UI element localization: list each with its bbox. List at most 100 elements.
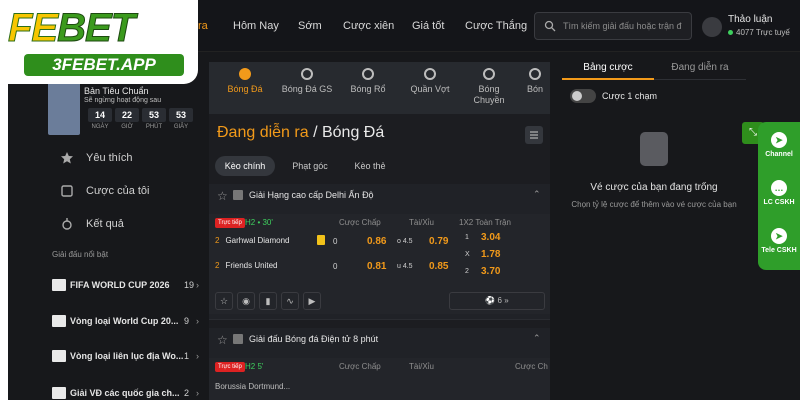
- nav-item-win-bet[interactable]: Cược Thắng: [465, 20, 527, 32]
- nav-item-best-odds[interactable]: Giá tốt: [412, 20, 444, 32]
- breadcrumb-current: Bóng Đá: [321, 124, 385, 141]
- tab-betslip[interactable]: Bảng cược: [562, 62, 654, 73]
- chevron-right-icon: ›: [196, 316, 199, 326]
- nav-item-early[interactable]: Sớm: [298, 20, 322, 32]
- medal-icon: [62, 218, 72, 230]
- watch-eye-icon[interactable]: ◉: [237, 292, 255, 310]
- odd-button[interactable]: 3.70: [481, 266, 500, 277]
- league-flag-icon: [52, 350, 66, 362]
- support-channel-button[interactable]: ➤ Channel: [758, 132, 800, 158]
- settings-button[interactable]: [525, 126, 543, 144]
- countdown-minutes-label: PHÚT: [145, 124, 163, 130]
- tab-more-sport[interactable]: Bón: [527, 68, 553, 95]
- league-header[interactable]: ☆ Giải Hạng cao cấp Delhi Ấn Độ ⌃: [209, 184, 550, 208]
- search-icon: [544, 20, 556, 32]
- league-item[interactable]: Giải VĐ các quốc gia ch... 2 ›: [48, 383, 206, 400]
- away-handicap: 0: [333, 262, 338, 271]
- col-header-1x2: Cược Ch: [515, 362, 548, 371]
- countdown-seconds: 53: [169, 108, 193, 122]
- chevron-right-icon: ›: [196, 351, 199, 361]
- tab-football[interactable]: Bóng Đá: [227, 68, 263, 95]
- nav-item-today[interactable]: Hôm Nay: [233, 20, 279, 32]
- tab-volleyball[interactable]: Bóng Chuyền: [467, 68, 511, 106]
- brand-logo[interactable]: FEBET 3FEBET.APP: [0, 0, 198, 84]
- ball-icon: [529, 68, 541, 80]
- logo-part-a: FE: [7, 6, 58, 51]
- discussion-button[interactable]: Thảo luận 4077 Trực tuyế: [702, 14, 800, 44]
- support-livechat-button[interactable]: … LC CSKH: [758, 180, 800, 206]
- chat-icon: …: [771, 180, 787, 196]
- support-label: Tele CSKH: [761, 247, 797, 254]
- profile-status: Sẽ ngừng hoạt động sau: [84, 97, 162, 104]
- col-header-handicap: Cược Chấp: [339, 362, 381, 371]
- league-item[interactable]: FIFA WORLD CUP 2026 19 ›: [48, 275, 206, 297]
- play-icon[interactable]: ▶: [303, 292, 321, 310]
- logo-wordmark: FEBET: [7, 6, 135, 51]
- countdown-hours: 22: [115, 108, 139, 122]
- filter-tab-cards[interactable]: Kèo thẻ: [345, 156, 395, 176]
- sport-tabs: Bóng Đá Bóng Đá GS Bóng Rổ Quần Vợt Bóng…: [209, 62, 550, 114]
- live-badge: Trực tiếp: [215, 218, 245, 228]
- tab-tennis[interactable]: Quần Vợt: [407, 68, 453, 95]
- odd-button[interactable]: 0.79: [429, 236, 448, 247]
- star-icon[interactable]: ☆: [217, 189, 228, 203]
- countdown-seconds-label: GIÂY: [173, 124, 189, 130]
- filter-tab-corners[interactable]: Phạt góc: [285, 156, 335, 176]
- more-markets-count: 6: [497, 296, 502, 305]
- 1x2-label: X: [465, 251, 470, 258]
- home-team: 2 Garhwal Diamond: [215, 236, 289, 245]
- support-telegram-button[interactable]: ➤ Tele CSKH: [758, 228, 800, 254]
- breadcrumb: Đang diễn ra / Bóng Đá: [217, 124, 384, 142]
- one-click-toggle[interactable]: [570, 89, 596, 103]
- search-placeholder: Tìm kiếm giải đấu hoặc trận đ: [563, 21, 682, 31]
- league-header[interactable]: ☆ Giải đấu Bóng đá Điện tử 8 phút ⌃: [209, 328, 550, 352]
- odd-button[interactable]: 0.85: [429, 261, 448, 272]
- profile-card: Bản Tiêu Chuẩn Sẽ ngừng hoạt động sau 14…: [48, 80, 198, 135]
- match-actions: ☆ ◉ ▮ ∿ ▶ ⚽ 6 »: [209, 290, 550, 312]
- league-name: Vòng loại World Cup 20...: [70, 316, 179, 326]
- sidebar-item-results[interactable]: Kết quả: [48, 214, 198, 234]
- online-dot-icon: [728, 30, 733, 35]
- sidebar-item-label: Kết quả: [86, 218, 124, 230]
- trophy-icon: [233, 334, 243, 344]
- sliders-icon: [530, 131, 538, 139]
- league-title: Giải đấu Bóng đá Điện tử 8 phút: [249, 334, 379, 344]
- countdown-minutes: 53: [142, 108, 166, 122]
- odd-button[interactable]: 1.78: [481, 249, 500, 260]
- telegram-icon: ➤: [771, 132, 787, 148]
- star-icon[interactable]: ☆: [217, 333, 228, 347]
- trend-icon[interactable]: ∿: [281, 292, 299, 310]
- sidebar-item-favorites[interactable]: Yêu thích: [48, 148, 198, 168]
- chevron-up-icon[interactable]: ⌃: [533, 333, 541, 344]
- filter-tab-main[interactable]: Kèo chính: [215, 156, 275, 176]
- more-markets-button[interactable]: ⚽ 6 »: [449, 292, 545, 310]
- avatar: [48, 80, 80, 135]
- chevron-right-icon: ›: [196, 388, 199, 398]
- active-tab-indicator: [562, 78, 654, 80]
- tab-basketball[interactable]: Bóng Rổ: [347, 68, 389, 95]
- league-item[interactable]: Vòng loại World Cup 20... 9 ›: [48, 311, 206, 333]
- sidebar-item-my-bets[interactable]: Cược của tôi: [48, 181, 198, 201]
- chat-bubble-icon: [702, 17, 722, 37]
- league-name: Vòng loại liên lục địa Wo...: [70, 351, 184, 361]
- home-team-name: Borussia Dortmund...: [215, 382, 291, 391]
- tab-football-gs[interactable]: Bóng Đá GS: [279, 68, 335, 95]
- online-count: 4077 Trực tuyế: [728, 28, 790, 37]
- league-count: 2: [184, 388, 190, 398]
- stats-icon[interactable]: ▮: [259, 292, 277, 310]
- nav-item-parlay[interactable]: Cược xiên: [343, 20, 394, 32]
- nav-item-live[interactable]: ra: [198, 20, 208, 32]
- breadcrumb-parent[interactable]: Đang diễn ra: [217, 124, 309, 141]
- favorite-star-icon[interactable]: ☆: [215, 292, 233, 310]
- tab-live[interactable]: Đang diễn ra: [654, 62, 746, 73]
- odd-button[interactable]: 0.81: [367, 261, 386, 272]
- odd-button[interactable]: 3.04: [481, 232, 500, 243]
- ou-line: u 4.5: [397, 263, 413, 270]
- search-input[interactable]: Tìm kiếm giải đấu hoặc trận đ: [534, 12, 692, 40]
- support-label: LC CSKH: [763, 199, 795, 206]
- odd-button[interactable]: 0.86: [367, 236, 386, 247]
- league-item[interactable]: Vòng loại liên lục địa Wo... 1 ›: [48, 346, 206, 368]
- chevron-up-icon[interactable]: ⌃: [533, 189, 541, 200]
- volleyball-icon: [483, 68, 495, 80]
- football-icon: [239, 68, 251, 80]
